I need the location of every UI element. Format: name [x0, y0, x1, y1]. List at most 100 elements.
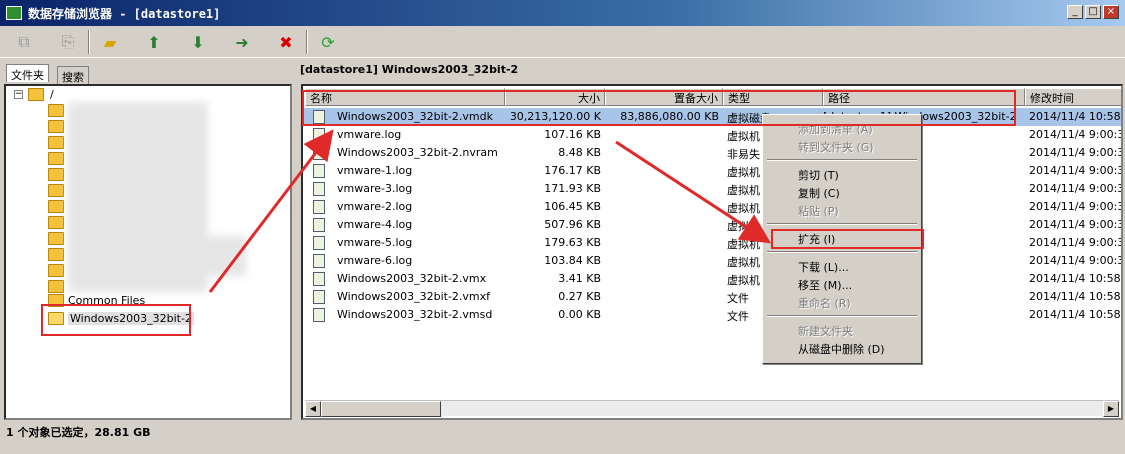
- toolbar-separator: [88, 30, 90, 54]
- table-row[interactable]: vmware-3.log171.93 KB虚拟机ows2003_32bit-22…: [303, 180, 1123, 198]
- minimize-button[interactable]: _: [1067, 5, 1083, 19]
- folder-tree[interactable]: − / Common Files Windows2003_32bit-2: [4, 84, 292, 420]
- file-icon: [313, 218, 325, 232]
- folder-icon: [48, 200, 64, 213]
- menu-item-2[interactable]: 剪切 (T): [765, 165, 919, 183]
- scroll-thumb[interactable]: [321, 401, 441, 417]
- cell-name: Windows2003_32bit-2.vmx: [337, 272, 487, 285]
- table-row[interactable]: Windows2003_32bit-2.vmxf0.27 KB文件ows2003…: [303, 288, 1121, 306]
- cell-name: Windows2003_32bit-2.vmxf: [337, 290, 491, 303]
- redacted-region: [126, 236, 246, 276]
- table-row[interactable]: vmware-2.log106.45 KB虚拟机ows2003_32bit-22…: [303, 198, 1123, 216]
- table-row[interactable]: Windows2003_32bit-2.vmsd0.00 KB文件ows2003…: [303, 306, 1123, 324]
- table-row[interactable]: vmware-4.log507.96 KB虚拟机ows2003_32bit-22…: [303, 216, 1121, 234]
- maximize-button[interactable]: □: [1085, 5, 1101, 19]
- menu-item-9: 新建文件夹: [798, 325, 853, 338]
- folder-icon: [48, 104, 64, 117]
- folder-icon: [48, 216, 64, 229]
- cell-name: vmware-4.log: [337, 218, 413, 231]
- cell-name: Windows2003_32bit-2.nvram: [337, 146, 498, 159]
- folder-icon: [48, 264, 64, 277]
- cell-mtime: 2014/11/4 9:00:38: [1029, 128, 1123, 141]
- table-row[interactable]: vmware-5.log179.63 KB虚拟机ows2003_32bit-22…: [303, 234, 1121, 252]
- current-path: [datastore1] Windows2003_32bit-2: [300, 63, 519, 76]
- file-icon: [313, 146, 325, 160]
- upload-file-icon[interactable]: ⬆: [142, 30, 166, 54]
- cell-size: 3.41 KB: [558, 272, 601, 285]
- cell-size: 0.27 KB: [558, 290, 601, 303]
- table-row[interactable]: Windows2003_32bit-2.vmx3.41 KB虚拟机ows2003…: [303, 270, 1123, 288]
- menu-item-4: 粘贴 (P): [798, 205, 839, 218]
- table-row[interactable]: vmware-1.log176.17 KB虚拟机ows2003_32bit-22…: [303, 162, 1121, 180]
- table-row[interactable]: vmware-6.log103.84 KB虚拟机ows2003_32bit-22…: [303, 252, 1123, 270]
- column-header-mtime[interactable]: 修改时间: [1025, 88, 1121, 106]
- annotation-box-tree: [41, 304, 191, 336]
- delete-icon[interactable]: ✖: [274, 30, 298, 54]
- cell-mtime: 2014/11/4 9:00:36: [1029, 182, 1123, 195]
- cell-size: 107.16 KB: [544, 128, 601, 141]
- menu-separator: [767, 159, 917, 161]
- file-icon: [313, 272, 325, 286]
- menu-item-1: 转到文件夹 (G): [798, 141, 874, 154]
- new-folder-icon[interactable]: ▰: [98, 30, 122, 54]
- folder-icon: [48, 248, 64, 261]
- cell-mtime: 2014/11/4 10:58:0: [1029, 110, 1123, 123]
- file-icon: [313, 308, 325, 322]
- cell-size: 8.48 KB: [558, 146, 601, 159]
- tab-folders[interactable]: 文件夹: [6, 64, 49, 82]
- collapse-toggle-icon[interactable]: −: [14, 90, 23, 99]
- cell-mtime: 2014/11/4 9:00:37: [1029, 200, 1123, 213]
- folder-icon: [48, 168, 64, 181]
- file-icon: [313, 200, 325, 214]
- upload-icon[interactable]: ⧉: [12, 30, 36, 54]
- menu-item-10[interactable]: 从磁盘中删除 (D): [765, 339, 919, 357]
- tree-root-label[interactable]: /: [50, 88, 54, 101]
- cell-name: vmware-1.log: [337, 164, 413, 177]
- menu-item-3[interactable]: 复制 (C): [765, 183, 919, 201]
- cell-mtime: 2014/11/4 10:58:1: [1029, 308, 1123, 321]
- toolbar: ⧉ ⎘ ▰ ⬆ ⬇ ➜ ✖ ⟳: [0, 26, 1125, 58]
- window-title: 数据存储浏览器 - [datastore1]: [28, 7, 221, 21]
- table-row[interactable]: vmware.log107.16 KB虚拟机ows2003_32bit-2201…: [303, 126, 1123, 144]
- annotation-box-header: [302, 90, 1016, 126]
- horizontal-scrollbar[interactable]: ◀ ▶: [305, 400, 1119, 417]
- menu-item-6[interactable]: 下载 (L)...: [765, 257, 919, 275]
- folder-icon: [28, 88, 44, 101]
- folder-icon: [48, 136, 64, 149]
- cell-mtime: 2014/11/4 10:58:1: [1029, 272, 1123, 285]
- scroll-right-icon[interactable]: ▶: [1103, 401, 1119, 417]
- file-icon: [313, 236, 325, 250]
- file-icon: [313, 182, 325, 196]
- menu-item-7[interactable]: 移至 (M)...: [765, 275, 919, 293]
- folder-icon: [48, 152, 64, 165]
- file-icon: [313, 128, 325, 142]
- cell-name: vmware-5.log: [337, 236, 413, 249]
- cell-mtime: 2014/11/4 9:00:35: [1029, 146, 1123, 159]
- menu-separator: [767, 223, 917, 225]
- cell-size: 0.00 KB: [558, 308, 601, 321]
- file-icon: [313, 290, 325, 304]
- file-list[interactable]: 名称 大小 置备大小 类型 路径 修改时间 Windows2003_32bit-…: [301, 84, 1123, 420]
- cell-size: 103.84 KB: [544, 254, 601, 267]
- cell-mtime: 2014/11/4 9:00:38: [1029, 254, 1123, 267]
- cell-name: Windows2003_32bit-2.vmsd: [337, 308, 493, 321]
- upload-folder-icon[interactable]: ⎘: [56, 30, 80, 54]
- app-icon: [6, 6, 22, 20]
- tab-search[interactable]: 搜索: [57, 66, 89, 84]
- move-icon[interactable]: ➜: [230, 30, 254, 54]
- scroll-left-icon[interactable]: ◀: [305, 401, 321, 417]
- folder-icon: [48, 280, 64, 293]
- cell-size: 106.45 KB: [544, 200, 601, 213]
- cell-name: vmware-2.log: [337, 200, 413, 213]
- folder-icon: [48, 120, 64, 133]
- cell-size: 179.63 KB: [544, 236, 601, 249]
- table-row[interactable]: Windows2003_32bit-2.nvram8.48 KB非易失ows20…: [303, 144, 1123, 162]
- folder-icon: [48, 232, 64, 245]
- cell-name: vmware-6.log: [337, 254, 413, 267]
- file-icon: [313, 254, 325, 268]
- close-button[interactable]: ×: [1103, 5, 1119, 19]
- refresh-icon[interactable]: ⟳: [316, 30, 340, 54]
- file-icon: [313, 164, 325, 178]
- download-icon[interactable]: ⬇: [186, 30, 210, 54]
- cell-size: 171.93 KB: [544, 182, 601, 195]
